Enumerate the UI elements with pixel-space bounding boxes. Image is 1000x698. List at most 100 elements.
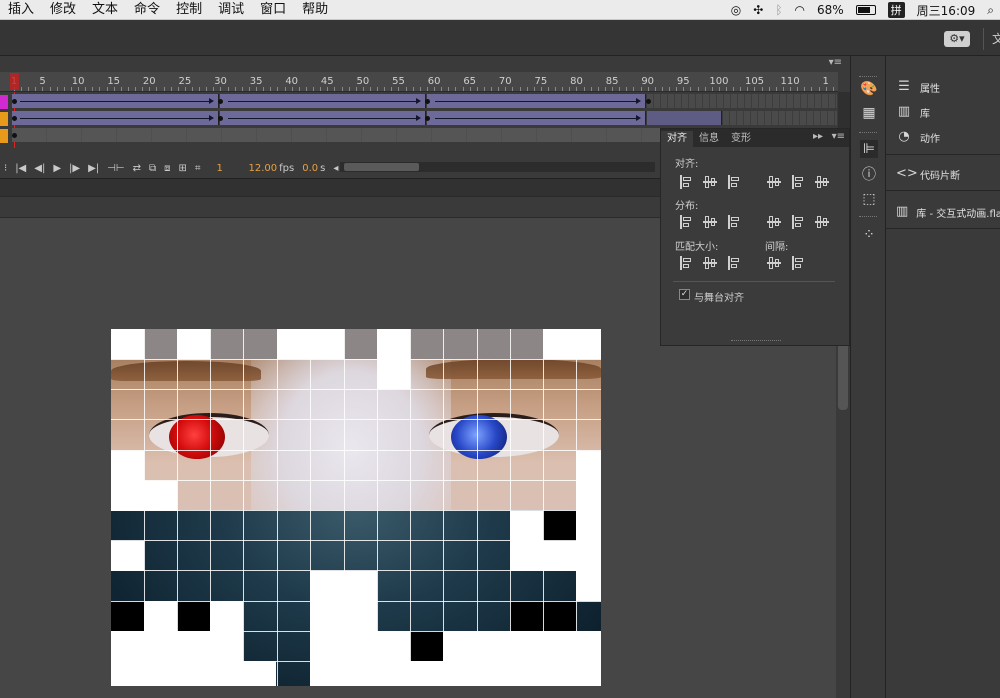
keyframe-run[interactable] [647, 111, 722, 125]
keyframe[interactable] [218, 116, 223, 121]
keyframe[interactable] [425, 116, 430, 121]
align-panel-icon[interactable]: ⊫ [860, 140, 878, 158]
timeline-scroll-thumb[interactable] [344, 163, 419, 171]
elapsed-time-field[interactable]: 0.0 [298, 163, 318, 174]
match-width-and-height-icon[interactable] [727, 256, 741, 270]
collapse-panel-icon[interactable]: ▸▸ [813, 131, 823, 142]
creative-cloud-icon[interactable]: ◎ [731, 3, 741, 17]
distribute-right-icon[interactable] [815, 215, 829, 229]
onion-markers-icon[interactable]: ⌗ [191, 163, 205, 174]
align-bottom-icon[interactable] [815, 175, 829, 189]
actions-panel-tab[interactable]: ◔ 动作 [886, 126, 1000, 148]
fps-field[interactable]: 12.00 [245, 163, 278, 174]
black-tile [111, 601, 144, 631]
swatches-grid-icon[interactable]: ▦ [860, 104, 878, 122]
distribute-horizontal-center-icon[interactable] [791, 215, 805, 229]
empty-frames[interactable] [723, 111, 837, 125]
input-method-badge[interactable]: 拼 [887, 2, 905, 18]
grid-line [243, 329, 244, 686]
transform-icon[interactable]: ⬚ [860, 190, 878, 208]
workspace-settings-button[interactable]: ⚙▾ [944, 31, 970, 47]
menu-text[interactable]: 文本 [84, 0, 126, 20]
wifi-icon[interactable]: ◠ [795, 3, 805, 17]
keyframe[interactable] [12, 133, 17, 138]
onion-skin-icon[interactable]: ⧉ [145, 163, 160, 174]
ruler-label: 110 [780, 76, 800, 87]
ruler-tick [419, 87, 421, 91]
align-to-stage-checkbox[interactable]: ✓ [679, 289, 690, 300]
tween-span[interactable] [12, 94, 219, 108]
menu-control[interactable]: 控制 [168, 0, 210, 20]
step-forward-icon[interactable]: |▶ [65, 163, 84, 174]
current-frame-field[interactable]: 1 [213, 163, 241, 174]
match-width-icon[interactable] [679, 256, 693, 270]
menu-help[interactable]: 帮助 [294, 0, 336, 20]
loop-icon[interactable]: ⇄ [129, 163, 145, 174]
playhead-marker[interactable] [10, 73, 19, 90]
space-evenly-vertical-icon[interactable] [767, 256, 781, 270]
align-left-icon[interactable] [679, 175, 693, 189]
panel-menu-icon[interactable]: ▾≡ [829, 57, 842, 68]
align-right-icon[interactable] [727, 175, 741, 189]
menu-commands[interactable]: 命令 [126, 0, 168, 20]
menu-modify[interactable]: 修改 [42, 0, 84, 20]
distribute-vertical-center-icon[interactable] [703, 215, 717, 229]
tween-span[interactable] [427, 94, 646, 108]
distribute-left-icon[interactable] [767, 215, 781, 229]
frame-ruler[interactable]: 1510152025303540455055606570758085909510… [0, 72, 838, 92]
tween-span[interactable] [220, 94, 426, 108]
layer-track-2[interactable] [0, 111, 838, 127]
menu-debug[interactable]: 调试 [210, 0, 252, 20]
empty-frames[interactable] [647, 94, 837, 108]
tab-transform[interactable]: 变形 [725, 131, 757, 147]
keyframe[interactable] [12, 116, 17, 121]
edit-multiple-frames-icon[interactable]: ⊞ [174, 163, 190, 174]
ruler-tick [633, 87, 635, 91]
tab-info[interactable]: 信息 [693, 131, 725, 147]
keyframe[interactable] [425, 99, 430, 104]
keyframe[interactable] [218, 99, 223, 104]
color-palette-icon[interactable]: 🎨 [860, 80, 878, 98]
tab-align[interactable]: 对齐 [661, 131, 693, 147]
library-file-panel-tab[interactable]: ▥ 库 - 交互式动画.fla [886, 201, 1000, 223]
layer-menu-icon[interactable]: ⁝ [0, 163, 11, 174]
clock[interactable]: 周三16:09 [917, 2, 976, 19]
code-snippets-panel-tab[interactable]: <> 代码片断 [886, 163, 1000, 185]
menu-window[interactable]: 窗口 [252, 0, 294, 20]
distribute-top-icon[interactable] [679, 215, 693, 229]
battery-icon[interactable] [855, 5, 876, 15]
grey-tile [344, 329, 377, 359]
step-back-icon[interactable]: ◀| [30, 163, 49, 174]
strip-grip[interactable] [859, 76, 877, 79]
strip-grip[interactable] [859, 216, 877, 219]
strip-grip[interactable] [859, 132, 877, 135]
tween-span[interactable] [220, 111, 426, 125]
center-frame-icon[interactable]: ⊣⊢ [103, 163, 128, 174]
align-top-icon[interactable] [767, 175, 781, 189]
align-horizontal-center-icon[interactable] [703, 175, 717, 189]
components-icon[interactable]: ⁘ [860, 226, 878, 244]
panel-resize-grip[interactable] [731, 340, 781, 343]
info-icon[interactable]: ⓘ [860, 166, 878, 184]
onion-outline-icon[interactable]: ⧈ [160, 163, 174, 174]
distribute-bottom-icon[interactable] [727, 215, 741, 229]
bluetooth-icon[interactable]: ᛒ [775, 3, 782, 17]
library-panel-tab[interactable]: ▥ 库 [886, 101, 1000, 123]
match-height-icon[interactable] [703, 256, 717, 270]
go-to-first-frame-icon[interactable]: |◀ [11, 163, 30, 174]
play-icon[interactable]: ▶ [49, 163, 65, 174]
tween-span[interactable] [427, 111, 646, 125]
tween-span[interactable] [12, 111, 219, 125]
fan-icon[interactable]: ✣ [753, 3, 763, 17]
space-evenly-horizontal-icon[interactable] [791, 256, 805, 270]
properties-panel-tab[interactable]: ☰ 属性 [886, 76, 1000, 98]
panel-menu-icon[interactable]: ▾≡ [832, 131, 845, 142]
menu-insert[interactable]: 插入 [0, 0, 42, 20]
stage-artwork[interactable] [111, 329, 601, 686]
keyframe[interactable] [646, 99, 651, 104]
spotlight-search-icon[interactable]: ⌕ [987, 3, 994, 18]
layer-track-1[interactable] [0, 94, 838, 110]
keyframe[interactable] [12, 99, 17, 104]
go-to-last-frame-icon[interactable]: ▶| [84, 163, 103, 174]
align-vertical-center-icon[interactable] [791, 175, 805, 189]
